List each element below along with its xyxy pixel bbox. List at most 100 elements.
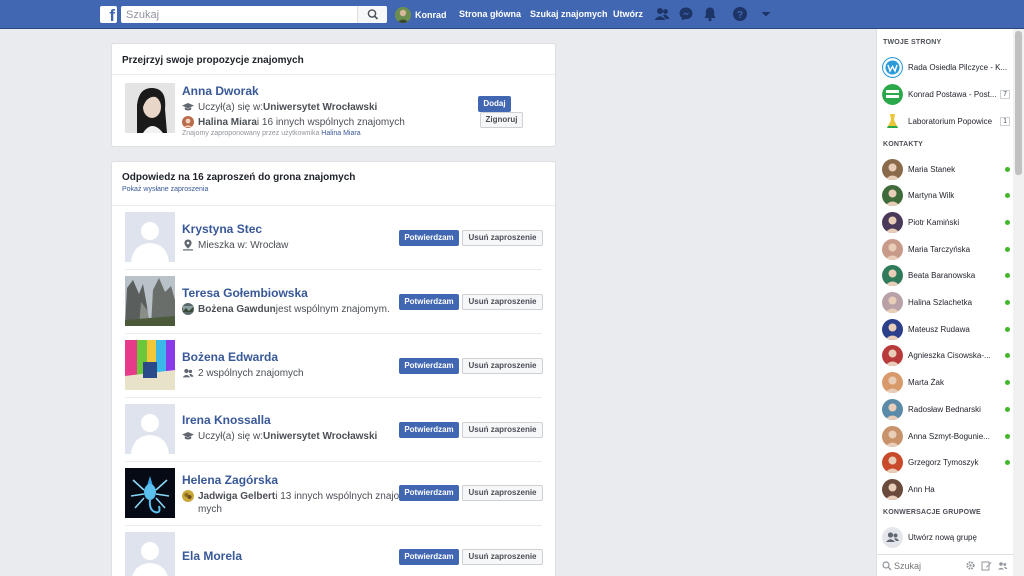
online-status-dot (1005, 273, 1010, 279)
contact-name: Maria Stanek (908, 164, 956, 174)
friend-requests-icon[interactable] (654, 6, 670, 22)
scrollbar-thumb[interactable] (1015, 31, 1022, 175)
delete-request-button[interactable]: Usuń zaproszenie (462, 422, 543, 438)
gear-icon[interactable] (965, 560, 976, 571)
delete-request-button[interactable]: Usuń zaproszenie (462, 294, 543, 310)
contact-item[interactable]: Marta Żak (882, 372, 1010, 394)
divider (125, 333, 542, 334)
contact-item[interactable]: Beata Baranowska (882, 265, 1010, 287)
view-sent-requests-link[interactable]: Pokaż wysłane zaproszenia (122, 186, 208, 193)
request-photo[interactable] (125, 468, 175, 518)
user-name: Konrad (415, 9, 447, 20)
suggestions-title: Przejrzyj swoje propozycje znajomych (122, 55, 304, 66)
contact-item[interactable]: Maria Stanek (882, 158, 1010, 180)
contact-avatar (882, 292, 903, 313)
request-info: Bożena Gawdun jest wspólnym znajomym. (182, 303, 390, 315)
delete-request-button[interactable]: Usuń zaproszenie (462, 230, 543, 246)
nav-create-link[interactable]: Utwórz (613, 6, 643, 23)
contact-name: Agnieszka Cisowska-... (908, 351, 991, 361)
contact-item[interactable]: Ann Ha (882, 478, 1010, 500)
contact-name: Maria Tarczyńska (908, 244, 971, 254)
chat-search-input[interactable] (894, 558, 954, 573)
request-name[interactable]: Ela Morela (182, 549, 242, 563)
messenger-icon[interactable] (678, 6, 694, 22)
delete-request-button[interactable]: Usuń zaproszenie (462, 485, 543, 501)
contact-name: Marta Żak (908, 378, 945, 388)
request-name[interactable]: Irena Knossalla (182, 413, 271, 427)
request-photo[interactable] (125, 340, 175, 390)
contact-avatar (882, 478, 903, 500)
confirm-button[interactable]: Potwierdzam (399, 485, 459, 501)
suggestion-name[interactable]: Anna Dworak (182, 84, 259, 98)
confirm-button[interactable]: Potwierdzam (399, 294, 459, 310)
divider (125, 461, 542, 462)
request-photo[interactable] (125, 212, 175, 262)
contact-avatar (882, 425, 903, 447)
online-status-dot (1005, 460, 1010, 466)
search-button[interactable] (357, 6, 387, 23)
suggestion-photo[interactable] (125, 83, 175, 133)
search-input[interactable] (121, 6, 357, 23)
divider (125, 397, 542, 398)
contact-avatar (882, 318, 903, 340)
nav-home-link[interactable]: Strona główna (459, 6, 521, 23)
request-photo[interactable] (125, 532, 175, 576)
online-status-dot (1005, 193, 1010, 199)
graduation-cap-icon (182, 103, 194, 111)
page-scrollbar[interactable] (1013, 29, 1024, 576)
contact-item[interactable]: Maria Tarczyńska (882, 238, 1010, 260)
online-status-dot (1005, 166, 1010, 172)
contact-avatar (882, 211, 903, 233)
request-name[interactable]: Teresa Gołembiowska (182, 286, 308, 300)
request-info: 2 wspólnych znajomych (182, 367, 304, 379)
search-icon (882, 561, 892, 571)
notifications-icon[interactable] (702, 6, 718, 22)
request-photo[interactable] (125, 404, 175, 454)
sidebar-page-item[interactable]: Konrad Postawa - Post... 7 (882, 83, 1010, 105)
contact-item[interactable]: Grzegorz Tymoszyk (882, 452, 1010, 474)
divider (112, 205, 555, 206)
confirm-button[interactable]: Potwierdzam (399, 230, 459, 246)
facebook-logo[interactable]: f (100, 6, 117, 24)
contact-item[interactable]: Halina Szlachetka (882, 292, 1010, 314)
help-icon[interactable]: ? (732, 6, 748, 22)
friend-request-row: Krystyna Stec Mieszka w: Wrocław Potwier… (112, 212, 555, 276)
request-info: Mieszka w: Wrocław (182, 239, 288, 251)
ignore-button[interactable]: Zignoruj (480, 112, 523, 128)
chat-search-bar (877, 554, 1014, 576)
delete-request-button[interactable]: Usuń zaproszenie (462, 358, 543, 374)
contact-item[interactable]: Anna Szmyt-Bogunie... (882, 425, 1010, 447)
suggestion-education: Uczył(a) się w: Uniwersytet Wrocławski (182, 101, 377, 113)
request-name[interactable]: Bożena Edwarda (182, 350, 278, 364)
contact-avatar (882, 452, 903, 474)
contact-item[interactable]: Radosław Bednarski (882, 398, 1010, 420)
mutual-avatar-icon (182, 303, 194, 315)
profile-link[interactable]: Konrad (395, 6, 447, 23)
new-group-icon[interactable] (997, 560, 1008, 571)
contact-item[interactable]: Mateusz Rudawa (882, 318, 1010, 340)
sidebar-page-item[interactable]: Rada Osiedla Pilczyce - K... (882, 56, 1010, 78)
contact-avatar (882, 345, 903, 367)
request-photo[interactable] (125, 276, 175, 326)
compose-icon[interactable] (981, 560, 992, 571)
request-name[interactable]: Helena Zagórska (182, 473, 278, 487)
request-name[interactable]: Krystyna Stec (182, 222, 262, 236)
menu-caret-icon[interactable] (758, 6, 774, 22)
contact-item[interactable]: Piotr Kamiński (882, 211, 1010, 233)
contact-avatar (882, 238, 903, 260)
contact-avatar (882, 398, 903, 420)
delete-request-button[interactable]: Usuń zaproszenie (462, 549, 543, 565)
nav-find-friends-link[interactable]: Szukaj znajomych (530, 6, 608, 23)
confirm-button[interactable]: Potwierdzam (399, 422, 459, 438)
graduation-cap-icon (182, 432, 194, 440)
contact-item[interactable]: Agnieszka Cisowska-... (882, 345, 1010, 367)
sidebar-page-item[interactable]: Laboratorium Popowice 1 (882, 110, 1010, 132)
friend-request-row: Irena Knossalla Uczył(a) się w: Uniwersy… (112, 404, 555, 468)
contact-item[interactable]: Martyna Wilk (882, 185, 1010, 207)
add-friend-button[interactable]: Dodaj (478, 96, 511, 112)
user-avatar (395, 6, 411, 23)
top-navigation-bar: f Konrad Strona główna Szukaj znajomych … (0, 0, 1024, 29)
confirm-button[interactable]: Potwierdzam (399, 549, 459, 565)
confirm-button[interactable]: Potwierdzam (399, 358, 459, 374)
create-group-item[interactable]: Utwórz nową grupę (882, 526, 1010, 548)
